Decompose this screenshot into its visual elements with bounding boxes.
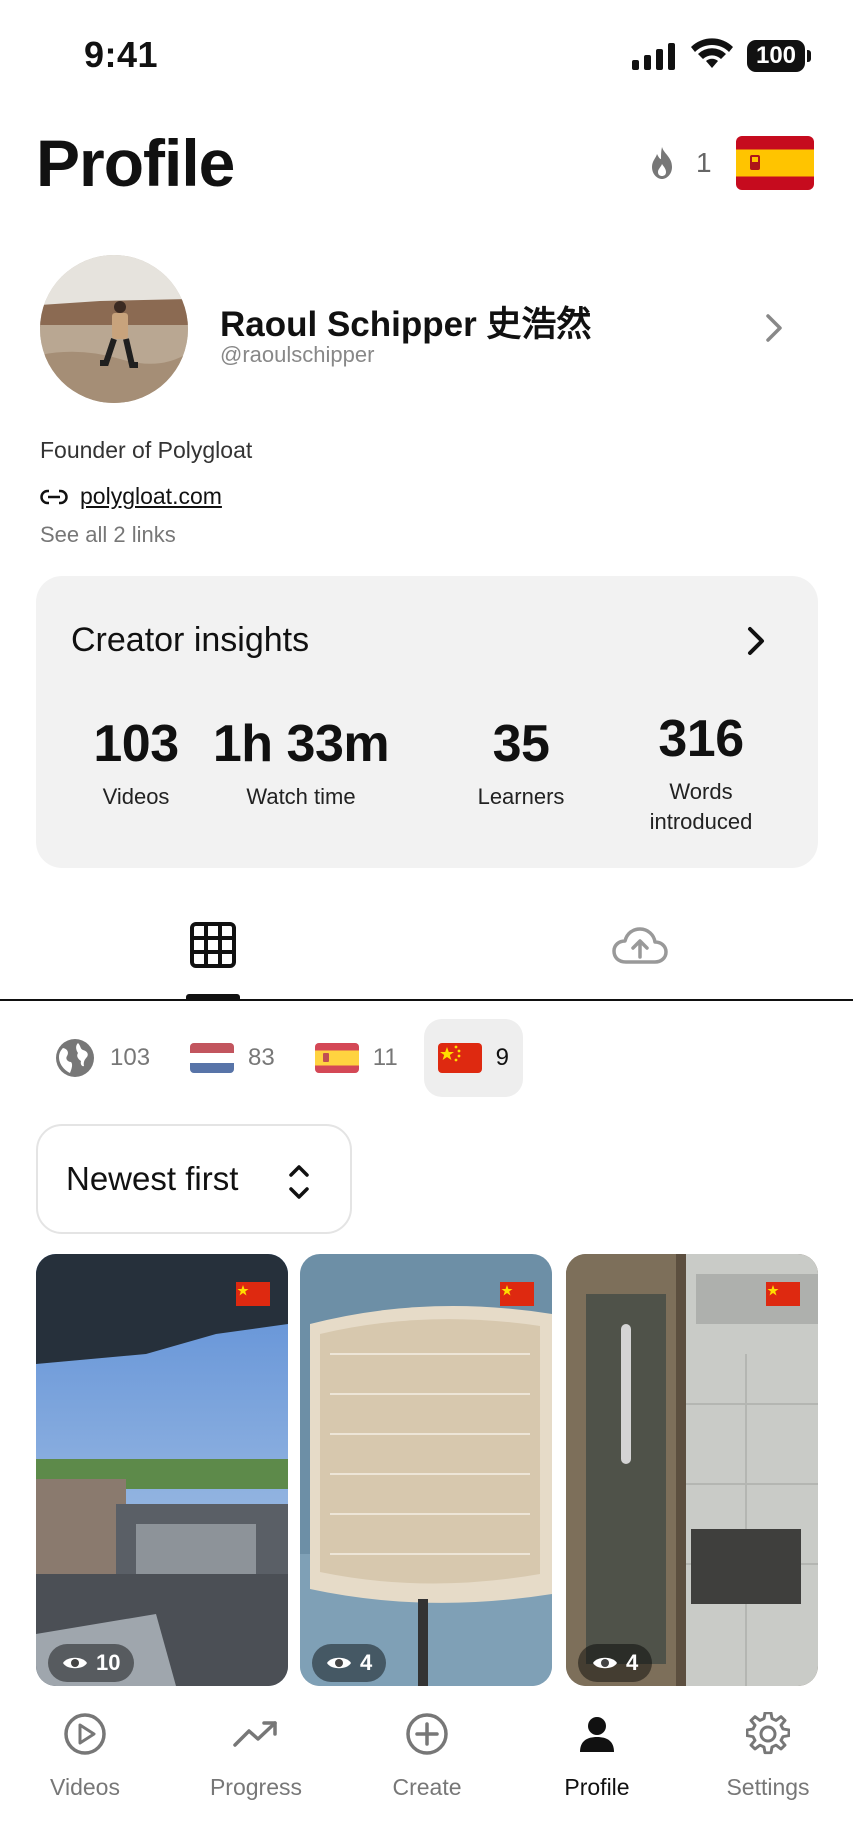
video-thumbnail[interactable]: 4	[566, 1254, 818, 1686]
profile-link-url[interactable]: polygloat.com	[80, 483, 222, 510]
view-count: 10	[96, 1650, 121, 1675]
profile-link[interactable]: polygloat.com	[40, 483, 222, 510]
page-title: Profile	[36, 126, 235, 200]
nav-label: Settings	[726, 1774, 810, 1800]
language-count: 9	[495, 1044, 510, 1071]
stat-label: Words introduced	[649, 779, 753, 834]
sort-dropdown[interactable]: Newest first	[36, 1124, 352, 1234]
nav-label: Profile	[564, 1774, 630, 1800]
language-filter-dutch[interactable]: 83	[176, 1019, 289, 1097]
avatar[interactable]	[40, 255, 188, 403]
nav-label: Progress	[209, 1774, 303, 1800]
eye-icon	[327, 1657, 351, 1669]
battery-indicator: 100	[747, 40, 811, 72]
spain-flag-icon[interactable]	[736, 136, 814, 190]
person-icon	[580, 1717, 614, 1752]
chevron-right-icon[interactable]	[762, 312, 786, 344]
flame-icon	[652, 147, 672, 179]
stat-label: Learners	[477, 784, 565, 809]
gear-icon	[746, 1712, 790, 1755]
view-count: 4	[626, 1650, 639, 1675]
stat-learners: 35 Learners	[466, 714, 576, 812]
play-circle-icon	[64, 1713, 106, 1755]
profile-bio: Founder of Polygloat	[40, 437, 253, 463]
nav-label: Create	[392, 1774, 462, 1800]
grid-icon[interactable]	[190, 922, 236, 968]
language-count: 11	[372, 1044, 398, 1071]
eye-icon	[63, 1657, 87, 1669]
language-count: 103	[110, 1044, 151, 1071]
chevron-up-down-icon	[289, 1165, 309, 1199]
stat-label: Watch time	[246, 784, 356, 809]
stat-value: 103	[93, 715, 179, 773]
stat-words-introduced: 316 Words introduced	[616, 709, 786, 837]
status-bar: 9:41 100	[0, 0, 853, 110]
stat-videos: 103 Videos	[86, 714, 186, 812]
status-time: 9:41	[84, 34, 159, 75]
nav-progress[interactable]: Progress	[186, 1710, 326, 1801]
cloud-upload-icon[interactable]	[612, 926, 668, 966]
creator-insights-card[interactable]: Creator insights 103 Videos 1h 33m Watch…	[36, 576, 818, 868]
language-count: 83	[248, 1044, 275, 1071]
profile-name: Raoul Schipper 史浩然	[220, 305, 592, 344]
stat-label: Videos	[102, 784, 170, 809]
language-filter-chinese[interactable]: 9	[423, 1019, 524, 1097]
language-filter-spanish[interactable]: 11	[301, 1019, 412, 1097]
view-count-badge: 4	[578, 1644, 653, 1682]
spain-flag-icon	[314, 1043, 359, 1073]
streak-indicator[interactable]: 1	[648, 146, 712, 180]
netherlands-flag-icon	[190, 1043, 235, 1073]
video-thumbnail[interactable]: 4	[300, 1254, 552, 1686]
china-flag-icon	[500, 1282, 534, 1306]
nav-profile[interactable]: Profile	[527, 1710, 667, 1801]
cellular-signal-icon	[632, 42, 675, 70]
nav-settings[interactable]: Settings	[698, 1710, 838, 1801]
link-icon	[40, 488, 68, 505]
video-thumbnail[interactable]: 10	[36, 1254, 288, 1686]
globe-icon	[56, 1039, 94, 1077]
language-filter-all[interactable]: 103	[40, 1019, 164, 1097]
language-filter: 103 83 11 9	[40, 1018, 535, 1098]
view-count-badge: 4	[312, 1644, 387, 1682]
stat-watch-time: 1h 33m Watch time	[206, 714, 396, 812]
nav-videos[interactable]: Videos	[15, 1710, 155, 1801]
tab-divider	[0, 999, 853, 1001]
trending-up-icon	[233, 1721, 277, 1747]
china-flag-icon	[437, 1043, 482, 1073]
wifi-icon	[691, 38, 733, 68]
china-flag-icon	[766, 1282, 800, 1306]
view-count: 4	[360, 1650, 373, 1675]
nav-create[interactable]: Create	[357, 1710, 497, 1801]
view-count-badge: 10	[48, 1644, 135, 1682]
bottom-navigation: Videos Progress Create Profile Settings	[0, 1686, 853, 1844]
china-flag-icon	[236, 1282, 270, 1306]
stat-value: 1h 33m	[212, 715, 390, 773]
see-all-links[interactable]: See all 2 links	[40, 522, 176, 548]
streak-count: 1	[696, 147, 712, 178]
sort-label: Newest first	[66, 1160, 239, 1197]
chevron-right-icon[interactable]	[746, 626, 766, 656]
eye-icon	[593, 1657, 617, 1669]
nav-label: Videos	[50, 1774, 120, 1800]
insights-title: Creator insights	[71, 621, 310, 659]
plus-circle-icon	[406, 1713, 448, 1755]
stat-value: 35	[492, 715, 550, 773]
profile-handle: @raoulschipper	[220, 342, 375, 367]
stat-value: 316	[658, 710, 744, 768]
